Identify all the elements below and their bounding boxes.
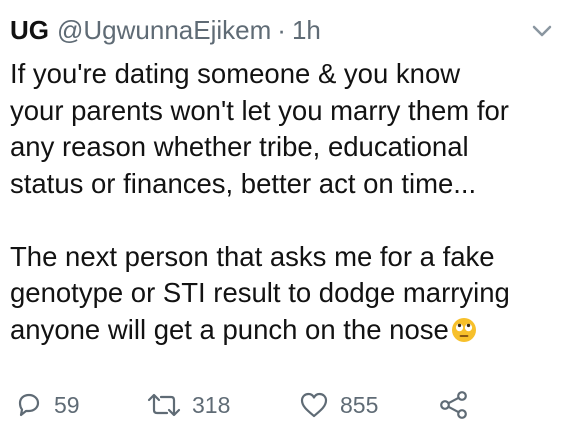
tweet-line: If you're dating someone & you know [10, 58, 461, 89]
retweet-count: 318 [192, 391, 231, 418]
tweet-text: If you're dating someone & you know your… [10, 56, 560, 348]
tweet-time[interactable]: 1h [292, 12, 321, 48]
share-icon [438, 390, 470, 420]
retweet-button[interactable]: 318 [146, 388, 230, 422]
rolling-eyes-emoji [451, 316, 477, 342]
chevron-down-icon[interactable] [529, 18, 555, 44]
tweet-line-last: anyone will get a punch on the nose [10, 312, 560, 349]
tweet-line: your parents won't let you marry them fo… [10, 94, 509, 126]
like-count: 855 [340, 391, 379, 418]
separator-dot: · [277, 15, 286, 45]
tweet-header: UG @UgwunnaEjikem · 1h [10, 12, 321, 48]
tweet-line: status or finances, better act on time..… [10, 167, 477, 199]
like-button[interactable]: 855 [298, 388, 378, 422]
tweet-line: The next person that asks me for a fake [10, 240, 495, 272]
reply-count: 59 [54, 391, 80, 418]
share-button[interactable] [438, 388, 470, 422]
tweet-line: genotype or STI result to dodge marrying [10, 277, 510, 308]
tweet[interactable]: UG @UgwunnaEjikem · 1h If you're dating … [0, 0, 567, 422]
reply-button[interactable]: 59 [14, 388, 80, 422]
tweet-line-text: anyone will get a punch on the nose [10, 313, 449, 345]
retweet-icon [146, 390, 182, 420]
heart-icon [298, 390, 330, 420]
user-handle[interactable]: @UgwunnaEjikem [57, 12, 271, 48]
reply-icon [14, 390, 44, 420]
tweet-actions: 59 318 855 [0, 388, 567, 422]
tweet-line: any reason whether tribe, educational [10, 131, 469, 162]
display-name[interactable]: UG [10, 12, 49, 48]
